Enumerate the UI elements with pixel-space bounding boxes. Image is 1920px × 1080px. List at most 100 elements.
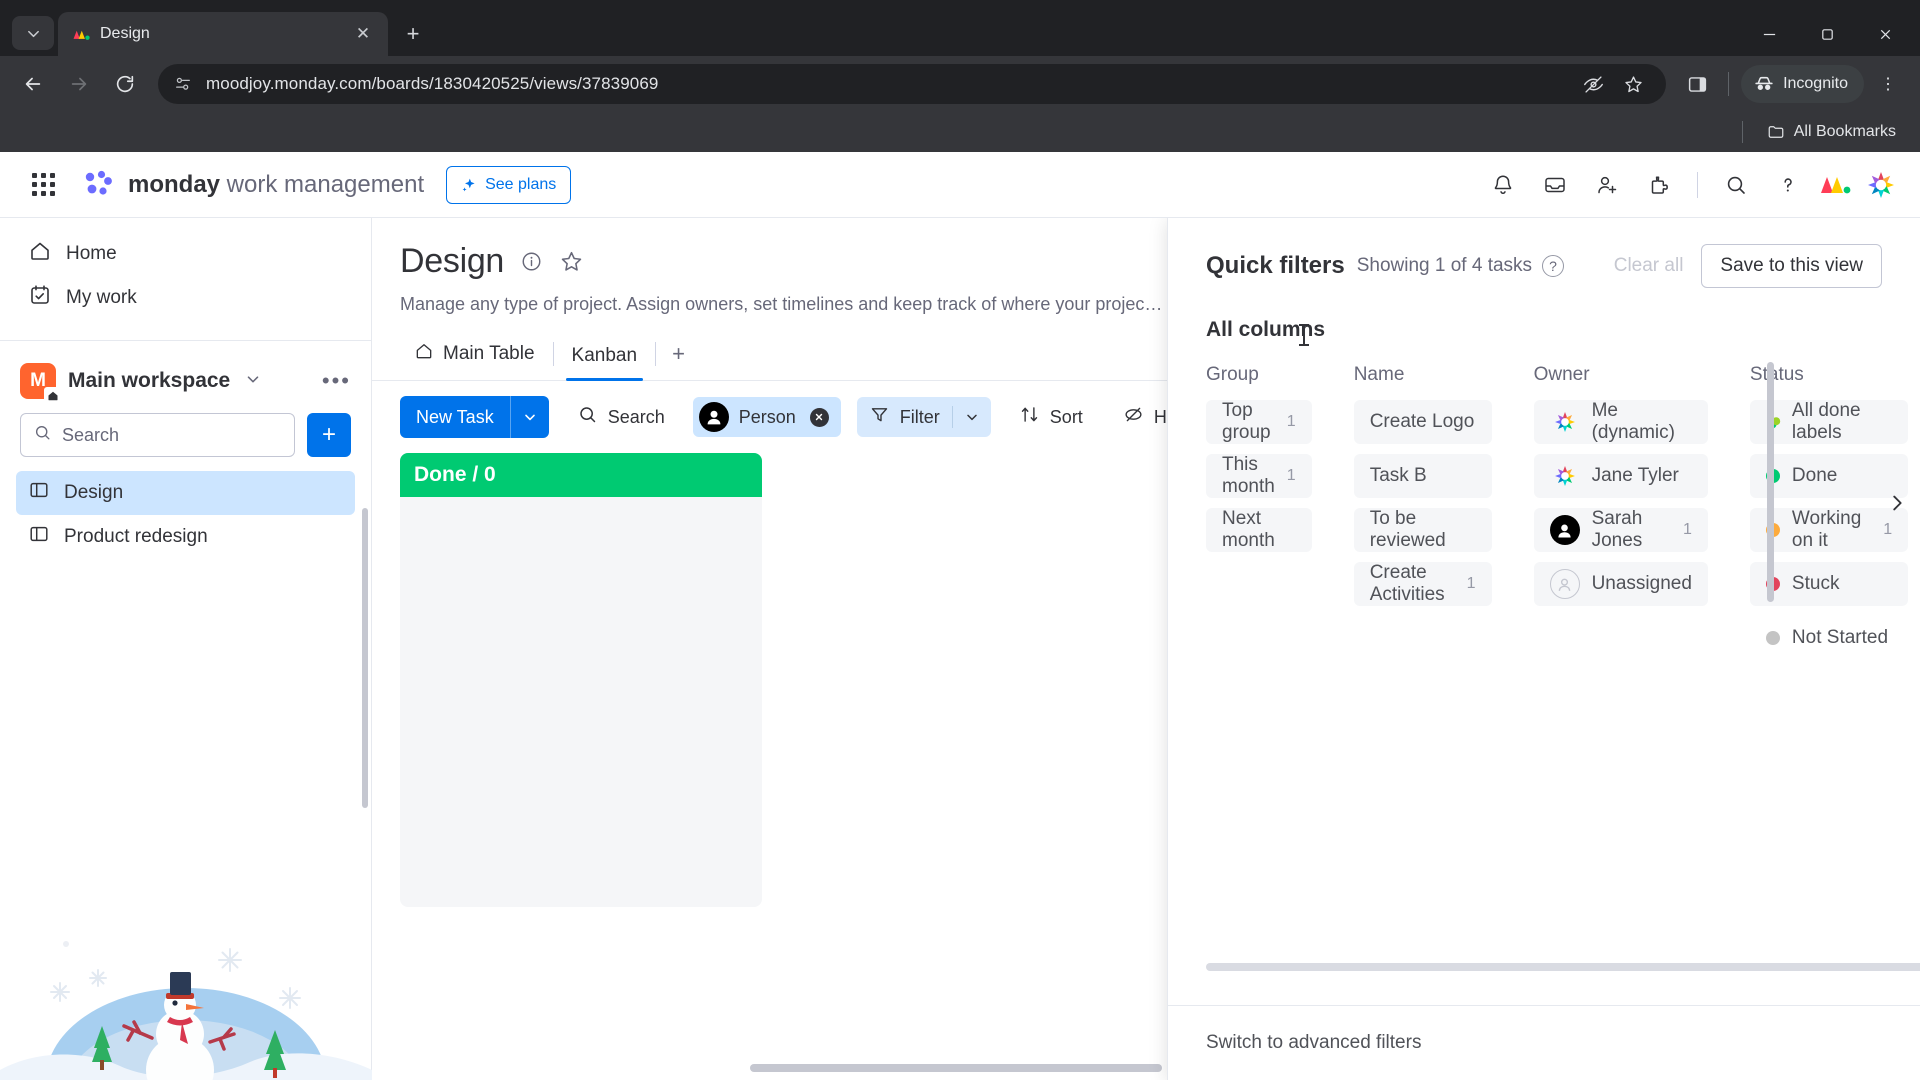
star-icon[interactable] [1614, 65, 1652, 103]
sidebar-scrollbar[interactable] [362, 508, 368, 808]
site-settings-icon[interactable] [172, 73, 194, 95]
sidebar-nav: Home My work [0, 218, 371, 332]
sidebar-item-design[interactable]: Design [16, 471, 355, 515]
switch-to-advanced-filters-link[interactable]: Switch to advanced filters [1206, 1032, 1421, 1053]
brand[interactable]: monday work management [82, 168, 424, 202]
profile-label: Incognito [1783, 75, 1848, 92]
avatar[interactable] [1862, 166, 1900, 204]
app-header-actions [1479, 161, 1900, 209]
minimize-icon[interactable] [1740, 12, 1798, 56]
workspace-selector[interactable]: M Main workspace ••• [0, 341, 371, 413]
quick-filters-actions: Clear all Save to this view [1614, 244, 1882, 288]
apps-grid-icon[interactable] [20, 162, 66, 208]
incognito-icon [1755, 76, 1773, 90]
add-board-button[interactable]: + [307, 413, 351, 457]
option-count: 1 [1286, 467, 1296, 484]
inbox-icon[interactable] [1531, 161, 1579, 209]
sidebar-item-home[interactable]: Home [16, 232, 355, 276]
help-icon[interactable]: ? [1542, 255, 1565, 277]
notifications-icon[interactable] [1479, 161, 1527, 209]
browser-tab[interactable]: Design ✕ [58, 12, 388, 56]
close-icon[interactable]: ✕ [350, 21, 376, 47]
filter-option[interactable]: Unassigned [1533, 562, 1708, 606]
sort-icon [1019, 404, 1040, 430]
chevron-down-icon[interactable] [953, 409, 991, 425]
status-dot-not-started [1765, 631, 1780, 645]
browser-menu-icon[interactable]: ⋮ [1868, 64, 1908, 104]
tab-kanban[interactable]: Kanban [558, 345, 652, 381]
brand-text: monday work management [128, 171, 424, 199]
filter-option[interactable]: Not Started [1750, 616, 1908, 660]
filter-option[interactable]: This month 1 [1206, 454, 1312, 498]
kanban-horizontal-scrollbar[interactable] [750, 1064, 1162, 1072]
filter-option[interactable]: Create Logo [1353, 400, 1492, 444]
sidebar-item-label: My work [66, 287, 137, 308]
option-label: Working on it [1791, 508, 1862, 551]
back-icon[interactable] [12, 63, 54, 105]
filter-option[interactable]: Top group 1 [1206, 400, 1312, 444]
all-bookmarks-button[interactable]: All Bookmarks [1761, 119, 1902, 145]
add-view-button[interactable]: + [660, 341, 697, 380]
invite-members-icon[interactable] [1583, 161, 1631, 209]
monday-product-icon[interactable] [1816, 166, 1854, 204]
side-panel-icon[interactable] [1678, 65, 1716, 103]
app-header: monday work management See plans [0, 152, 1920, 218]
search-button[interactable]: Search [565, 397, 677, 437]
new-task-button[interactable]: New Task [400, 396, 549, 438]
filter-option[interactable]: Next month [1206, 508, 1312, 552]
hide-icon [1123, 404, 1144, 430]
option-label: Done [1791, 465, 1838, 486]
clear-all-button[interactable]: Clear all [1614, 255, 1684, 277]
filter-label: Filter [899, 406, 940, 427]
close-window-icon[interactable] [1856, 12, 1914, 56]
sidebar-item-product-redesign[interactable]: Product redesign [16, 515, 355, 559]
help-icon[interactable] [1764, 161, 1812, 209]
filter-option[interactable]: To be reviewed [1353, 508, 1492, 552]
filter-option[interactable]: Task B [1353, 454, 1492, 498]
search-icon[interactable] [1712, 161, 1760, 209]
sort-button[interactable]: Sort [1007, 397, 1095, 437]
kanban-column-header[interactable]: Done / 0 [400, 453, 762, 497]
avatar [1550, 461, 1580, 491]
apps-marketplace-icon[interactable] [1635, 161, 1683, 209]
filter-button[interactable]: Filter [857, 404, 952, 430]
filter-option[interactable]: Sarah Jones 1 [1533, 508, 1708, 552]
filter-option[interactable]: Me (dynamic) [1533, 400, 1708, 444]
tracking-protection-icon[interactable] [1574, 65, 1612, 103]
sidebar: Home My work M Main workspace ••• Search… [0, 218, 372, 1080]
save-to-view-button[interactable]: Save to this view [1701, 244, 1882, 288]
workspace-name: Main workspace [68, 369, 231, 392]
maximize-icon[interactable] [1798, 12, 1856, 56]
filter-button-group: Filter [856, 397, 991, 437]
avatar [698, 402, 729, 432]
profile-incognito-button[interactable]: Incognito [1741, 65, 1864, 103]
favorite-star-icon[interactable] [559, 249, 584, 274]
option-count: 1 [1286, 413, 1296, 430]
filter-option[interactable]: Create Activities 1 [1353, 562, 1492, 606]
clear-person-icon[interactable] [809, 407, 829, 427]
tab-search-button[interactable] [12, 16, 54, 50]
reload-icon[interactable] [104, 63, 146, 105]
browser-window: Design ✕ + moodjoy.monday.com/boards/183… [0, 0, 1920, 1080]
main-content: Design Activity [372, 218, 1920, 1080]
person-filter-button[interactable]: Person [692, 397, 841, 437]
all-columns-label: All columns [1168, 288, 1920, 346]
see-plans-button[interactable]: See plans [446, 165, 572, 204]
chevron-down-icon[interactable] [511, 409, 549, 425]
new-tab-button[interactable]: + [396, 17, 430, 51]
header-divider [1697, 171, 1698, 198]
chevron-down-icon[interactable] [244, 370, 262, 393]
brand-name: monday [128, 170, 221, 198]
sort-label: Sort [1049, 406, 1083, 427]
search-input[interactable]: Search [20, 413, 295, 457]
tab-main-table[interactable]: Main Table [400, 341, 549, 380]
filter-option[interactable]: Jane Tyler [1533, 454, 1708, 498]
workspace-more-icon[interactable]: ••• [322, 368, 351, 394]
quick-filters-horizontal-scrollbar[interactable] [1206, 963, 1920, 971]
scroll-right-icon[interactable] [1886, 492, 1908, 519]
quick-filters-vertical-scrollbar[interactable] [1767, 362, 1774, 602]
address-bar[interactable]: moodjoy.monday.com/boards/1830420525/vie… [158, 64, 1667, 104]
sidebar-item-my-work[interactable]: My work [16, 276, 355, 320]
folder-icon [1768, 126, 1784, 138]
info-icon[interactable] [520, 250, 543, 273]
